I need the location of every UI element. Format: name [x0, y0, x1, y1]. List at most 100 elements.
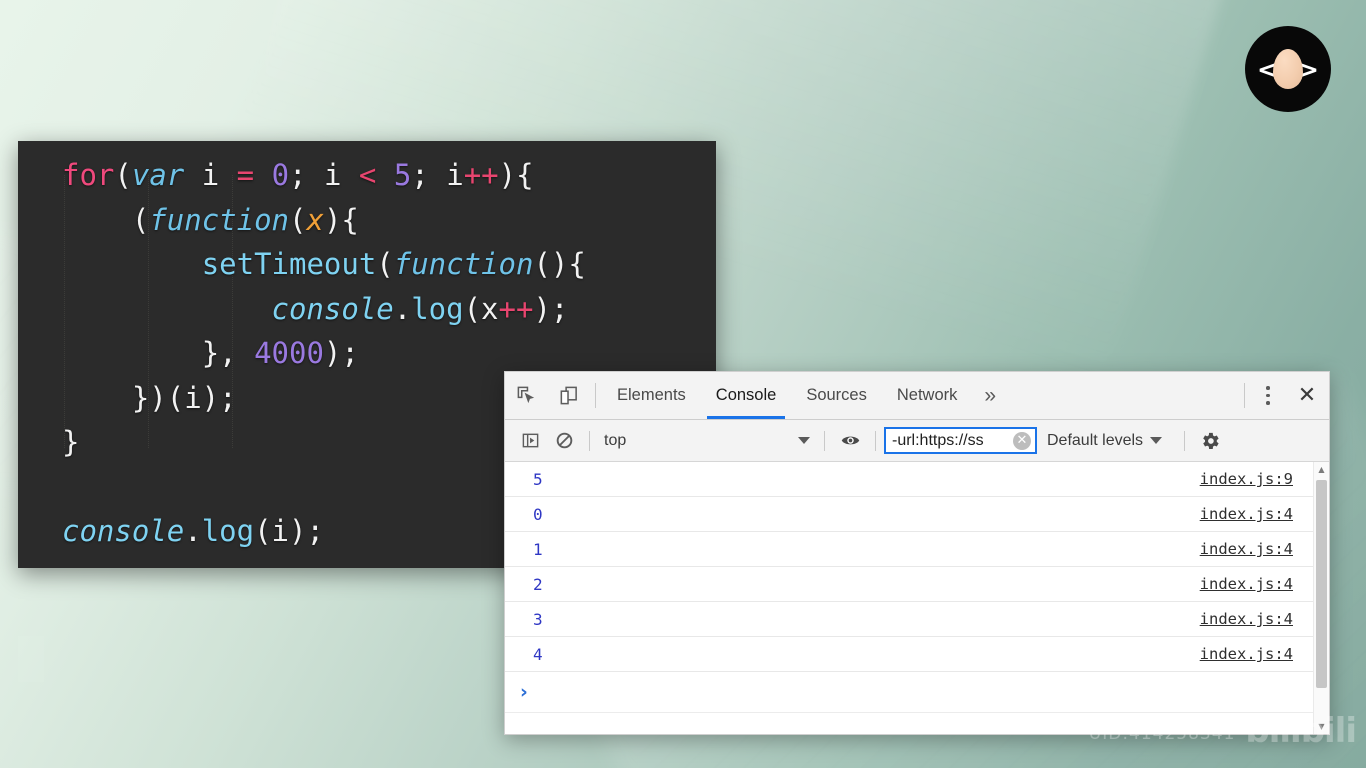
- settings-gear-icon[interactable]: [1193, 420, 1227, 461]
- devtools-tabbar: Elements Console Sources Network » ✕: [505, 372, 1329, 420]
- clear-filter-icon[interactable]: ✕: [1013, 431, 1031, 450]
- tab-elements[interactable]: Elements: [602, 372, 701, 419]
- code-token: .: [393, 291, 412, 326]
- code-line: setTimeout(function(){: [62, 242, 586, 287]
- console-row-value: 5: [533, 469, 543, 489]
- execution-context-value: top: [604, 431, 627, 449]
- code-token: },: [201, 336, 255, 370]
- console-row-source-link[interactable]: index.js:9: [1200, 470, 1329, 488]
- code-line: console.log(x++);: [62, 287, 586, 332]
- code-token: (: [289, 202, 307, 237]
- console-output: 5 index.js:9 0 index.js:4 1 index.js:4 2 index.…: [505, 462, 1329, 734]
- code-token: console: [271, 291, 394, 326]
- code-token: 0: [271, 158, 290, 192]
- code-line: }, 4000);: [62, 331, 586, 376]
- scrollbar-thumb[interactable]: [1316, 480, 1327, 688]
- code-token: setTimeout: [201, 247, 377, 281]
- tab-sources[interactable]: Sources: [791, 372, 882, 419]
- code-token: ){: [323, 202, 359, 237]
- code-token: log: [201, 514, 255, 548]
- code-token: function: [393, 247, 534, 281]
- toolbar-divider: [1184, 430, 1186, 451]
- console-row-value: 3: [533, 609, 543, 629]
- code-token: function: [149, 202, 289, 237]
- code-token: );: [533, 291, 569, 326]
- code-token: ++: [498, 291, 534, 326]
- code-token: (: [114, 158, 132, 192]
- live-expression-icon[interactable]: [833, 420, 867, 461]
- scroll-up-arrow-icon[interactable]: ▲: [1314, 462, 1329, 477]
- code-token: console: [62, 514, 185, 548]
- console-row-value: 4: [533, 644, 543, 664]
- code-token: (x: [463, 291, 499, 326]
- code-token: (: [131, 202, 150, 237]
- code-token: for: [62, 158, 115, 192]
- code-token: log: [411, 291, 464, 326]
- toolbar-divider: [1244, 383, 1245, 408]
- code-line: (function(x){: [62, 198, 586, 243]
- code-token: =: [236, 158, 255, 192]
- code-token: .: [184, 514, 202, 548]
- code-token: ){: [498, 158, 534, 192]
- execution-context-select[interactable]: top: [598, 428, 816, 454]
- code-token: (){: [533, 247, 586, 281]
- more-tabs-button[interactable]: »: [972, 372, 1008, 419]
- code-token: }: [62, 425, 80, 459]
- toolbar-divider: [589, 430, 590, 451]
- code-token: 5: [393, 158, 412, 192]
- code-token: ; i: [411, 158, 464, 192]
- more-options-icon[interactable]: [1251, 372, 1285, 419]
- code-token: (: [376, 247, 394, 281]
- code-token: <: [358, 158, 377, 192]
- tab-console[interactable]: Console: [701, 372, 792, 419]
- tab-label: Sources: [806, 386, 867, 404]
- console-sidebar-icon[interactable]: [513, 420, 547, 461]
- egg-icon: [1273, 49, 1303, 89]
- tab-label: Console: [715, 386, 777, 404]
- chevron-down-icon: [798, 437, 810, 444]
- tab-label: Elements: [617, 386, 686, 404]
- close-icon[interactable]: ✕: [1285, 372, 1329, 419]
- code-token: ++: [463, 158, 499, 192]
- console-prompt-row[interactable]: ›: [505, 672, 1329, 713]
- prompt-chevron-icon: ›: [520, 681, 528, 703]
- console-row-source-link[interactable]: index.js:4: [1200, 610, 1329, 628]
- inspect-element-icon[interactable]: [505, 372, 547, 419]
- device-toolbar-icon[interactable]: [547, 372, 589, 419]
- console-row: 2 index.js:4: [505, 567, 1329, 602]
- code-token: i: [184, 158, 237, 192]
- toolbar-divider: [595, 383, 596, 408]
- code-token: );: [323, 336, 359, 370]
- tab-network[interactable]: Network: [882, 372, 973, 419]
- log-levels-select[interactable]: Default levels: [1037, 428, 1176, 454]
- devtools-window: Elements Console Sources Network » ✕ top…: [504, 371, 1330, 735]
- clear-console-icon[interactable]: [547, 420, 581, 461]
- console-row: 3 index.js:4: [505, 602, 1329, 637]
- console-filter-input[interactable]: -url:https://ss ✕: [884, 427, 1037, 454]
- console-row-value: 1: [533, 539, 543, 559]
- console-row: 5 index.js:9: [505, 462, 1329, 497]
- chevron-down-icon: [1150, 437, 1163, 444]
- console-row-source-link[interactable]: index.js:4: [1200, 645, 1329, 663]
- console-row-source-link[interactable]: index.js:4: [1200, 540, 1329, 558]
- code-token: 4000: [254, 336, 324, 370]
- console-row-source-link[interactable]: index.js:4: [1200, 575, 1329, 593]
- console-scrollbar[interactable]: ▲ ▼: [1313, 462, 1329, 734]
- console-toolbar: top -url:https://ss ✕ Default levels: [505, 420, 1329, 462]
- code-token: x: [306, 202, 324, 237]
- code-line: for(var i = 0; i < 5; i++){: [62, 153, 586, 198]
- console-row-source-link[interactable]: index.js:4: [1200, 505, 1329, 523]
- channel-logo: < >: [1245, 26, 1331, 112]
- console-row: 1 index.js:4: [505, 532, 1329, 567]
- code-token: (i);: [254, 514, 324, 548]
- console-row: 0 index.js:4: [505, 497, 1329, 532]
- toolbar-divider: [875, 430, 876, 451]
- log-levels-value: Default levels: [1047, 431, 1144, 449]
- tabbar-spacer: [1008, 372, 1238, 419]
- console-rows-container: 5 index.js:9 0 index.js:4 1 index.js:4 2 index.…: [505, 462, 1329, 672]
- scroll-down-arrow-icon[interactable]: ▼: [1314, 719, 1329, 734]
- active-line-gutter: [18, 636, 44, 682]
- toolbar-divider: [824, 430, 825, 451]
- code-token: })(i);: [131, 380, 237, 415]
